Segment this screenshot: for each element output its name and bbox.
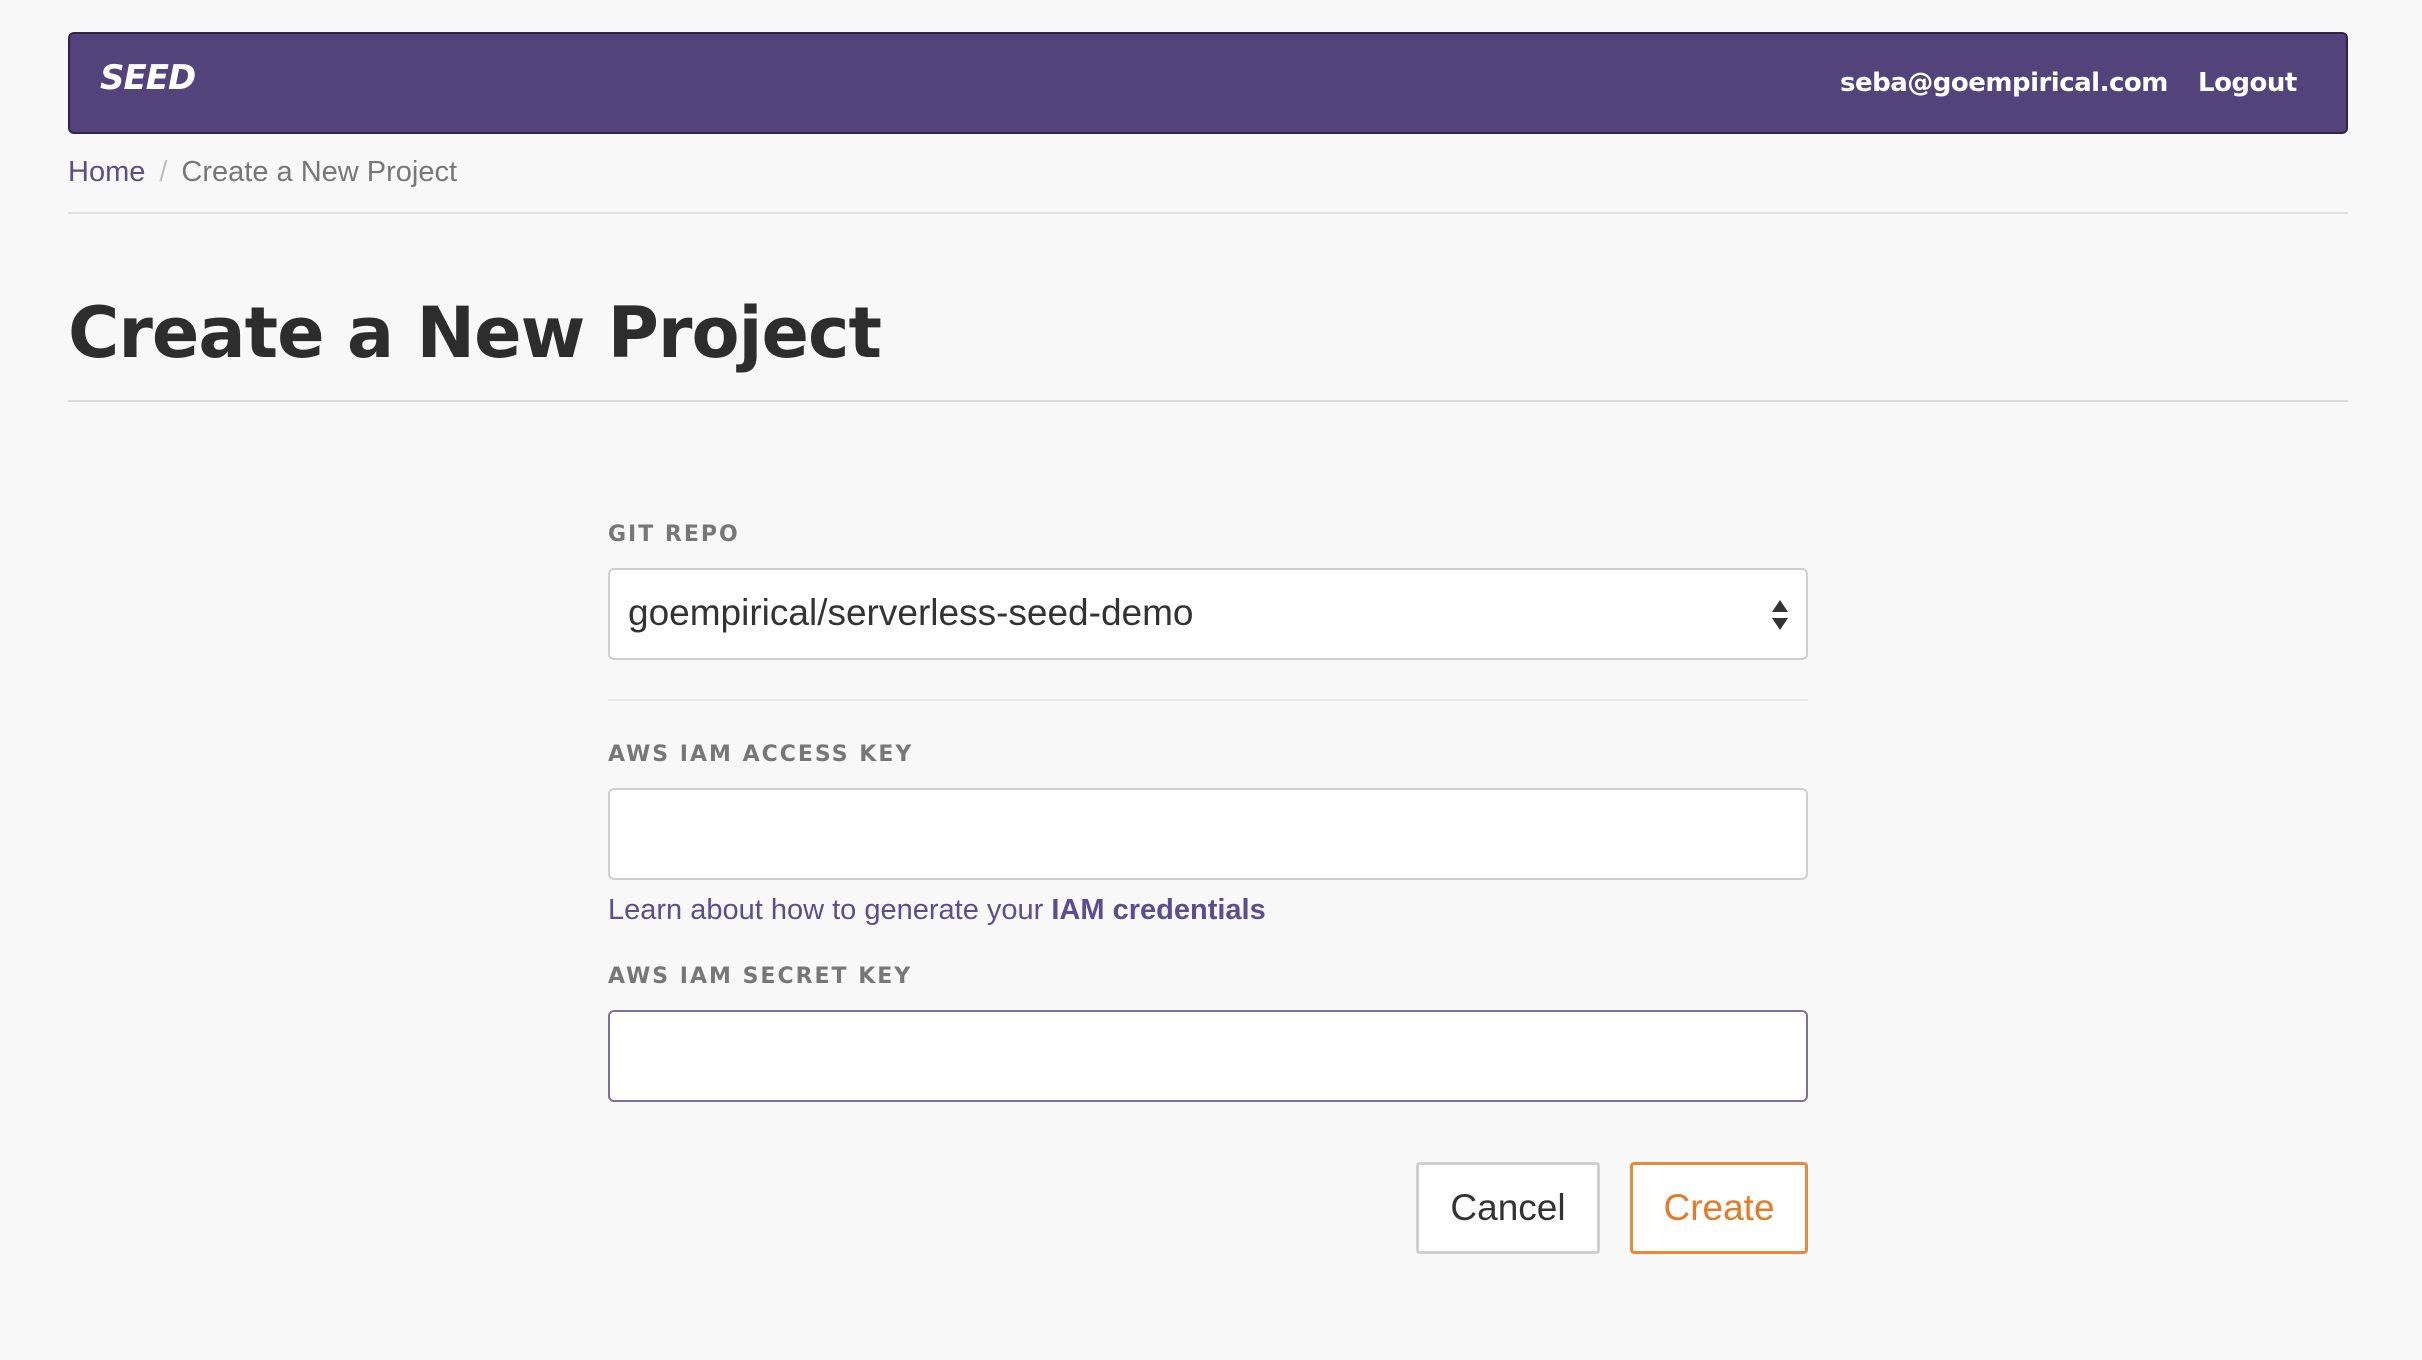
access-key-label: AWS IAM ACCESS KEY bbox=[608, 742, 914, 767]
user-email-link[interactable]: seba@goempirical.com bbox=[1840, 68, 2168, 98]
page-title: Create a New Project bbox=[68, 292, 882, 374]
iam-credentials-link[interactable]: IAM credentials bbox=[1051, 894, 1265, 926]
breadcrumb-current: Create a New Project bbox=[181, 156, 458, 188]
breadcrumb-separator: / bbox=[159, 156, 168, 188]
breadcrumb: Home / Create a New Project bbox=[68, 156, 457, 189]
secret-key-input[interactable] bbox=[608, 1010, 1808, 1102]
iam-help-text: Learn about how to generate your IAM cre… bbox=[608, 894, 1266, 927]
top-navbar: SEED seba@goempirical.com Logout bbox=[68, 32, 2348, 134]
breadcrumb-home-link[interactable]: Home bbox=[68, 156, 145, 188]
select-arrows-icon bbox=[1772, 600, 1788, 630]
access-key-input[interactable] bbox=[608, 788, 1808, 880]
git-repo-select[interactable]: goempirical/serverless-seed-demo bbox=[608, 568, 1808, 660]
secret-key-label: AWS IAM SECRET KEY bbox=[608, 964, 913, 989]
brand-logo[interactable]: SEED bbox=[100, 58, 196, 98]
create-button[interactable]: Create bbox=[1630, 1162, 1808, 1254]
breadcrumb-divider bbox=[68, 212, 2348, 214]
git-repo-selected-value: goempirical/serverless-seed-demo bbox=[628, 592, 1194, 633]
iam-help-prefix: Learn about how to generate your bbox=[608, 894, 1052, 926]
logout-link[interactable]: Logout bbox=[2198, 68, 2297, 98]
title-divider bbox=[68, 400, 2348, 402]
cancel-button[interactable]: Cancel bbox=[1416, 1162, 1600, 1254]
section-divider bbox=[608, 699, 1808, 701]
git-repo-label: GIT REPO bbox=[608, 522, 740, 547]
